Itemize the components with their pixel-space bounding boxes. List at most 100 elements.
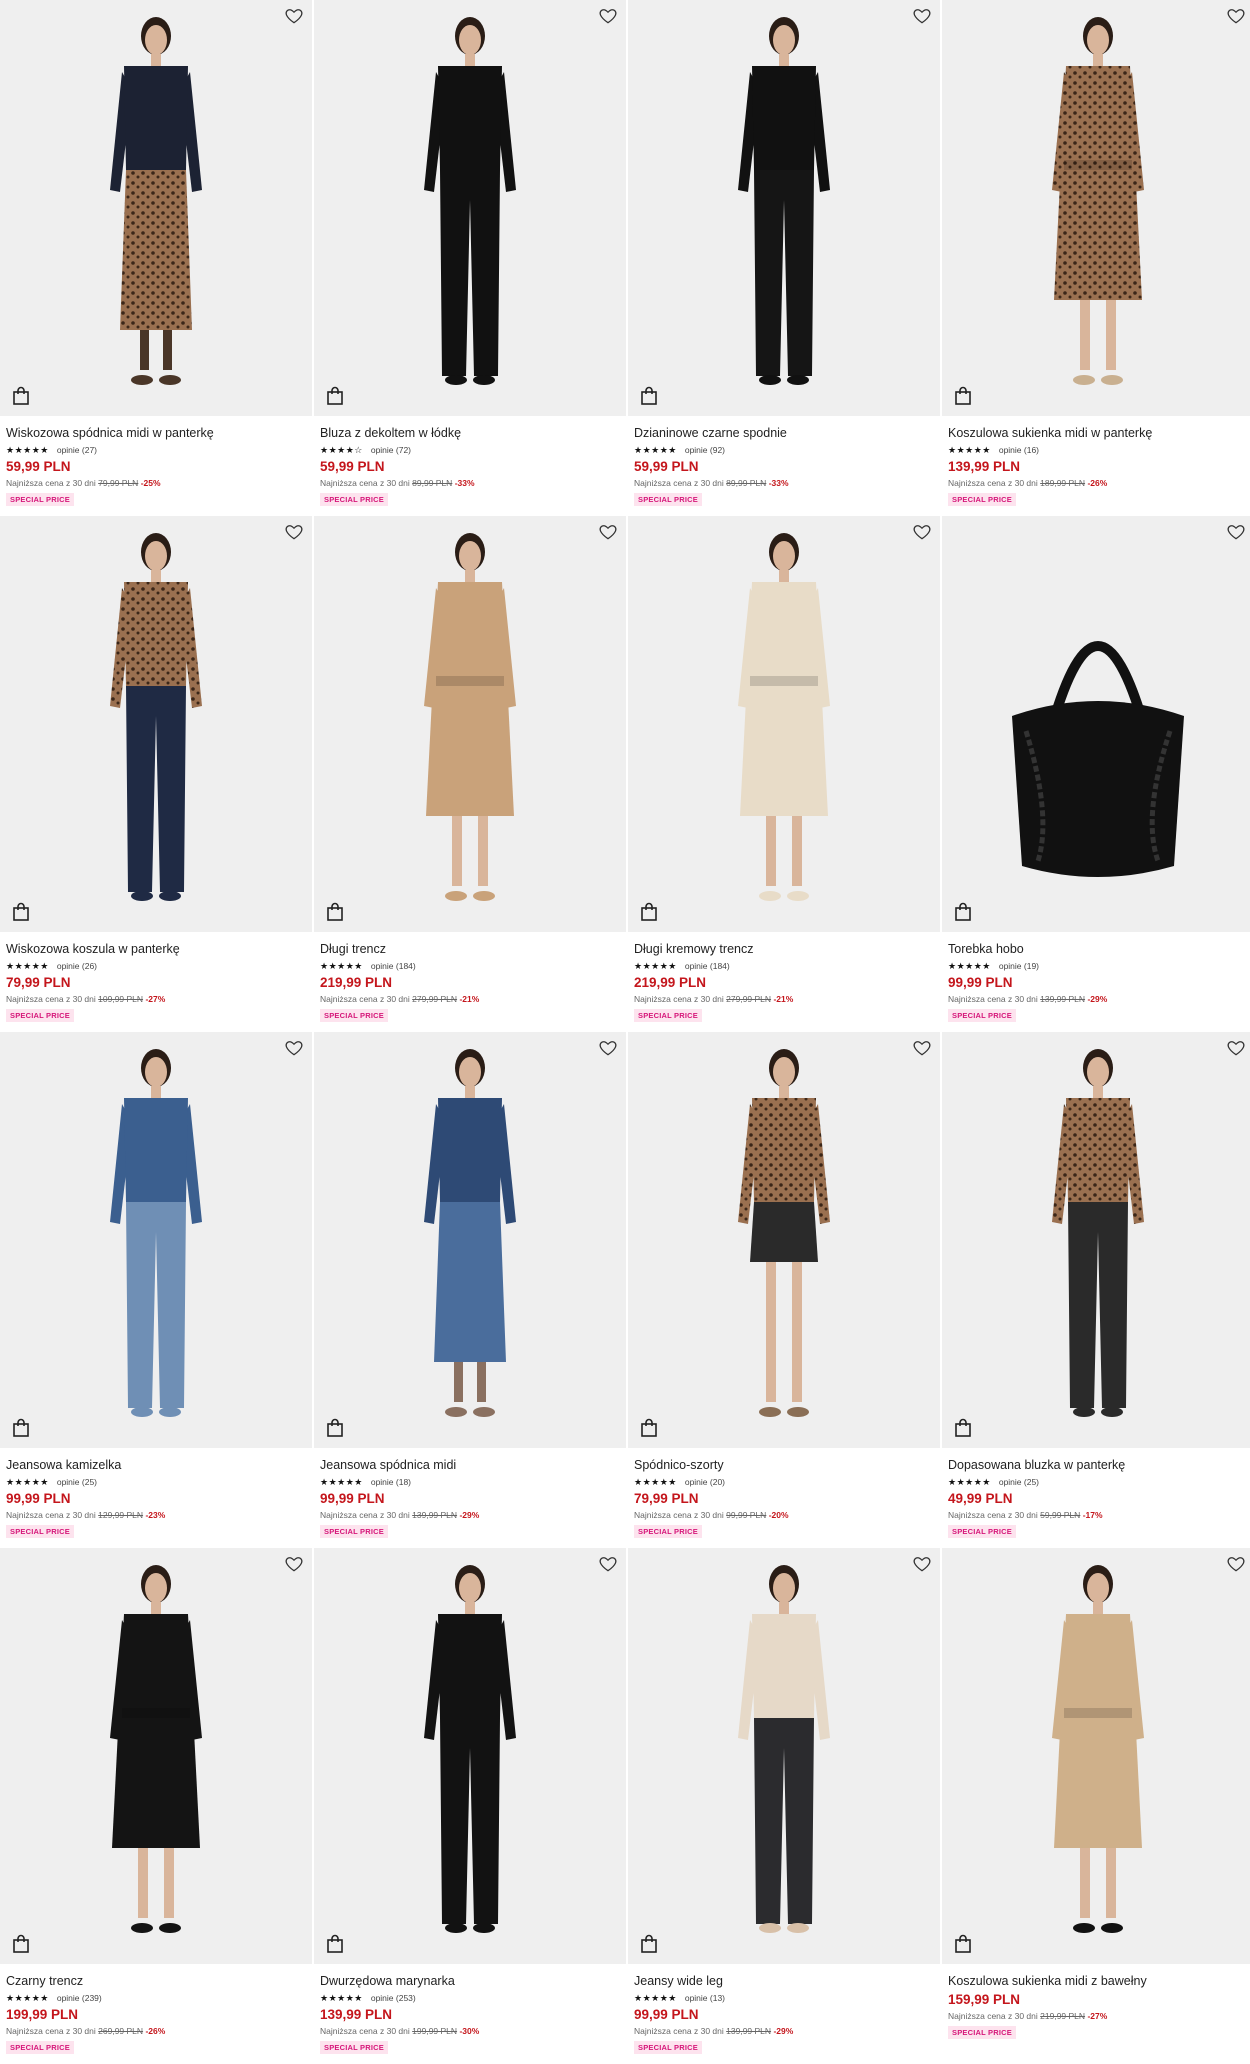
heart-icon[interactable] — [1226, 522, 1246, 542]
review-count[interactable]: opinie (72) — [371, 445, 411, 455]
product-card[interactable]: Wiskozowa koszula w panterkę ★★★★★ opinie … — [0, 516, 312, 1032]
product-photo[interactable] — [628, 0, 940, 416]
product-photo[interactable] — [0, 516, 312, 932]
product-name[interactable]: Jeansowa kamizelka — [6, 1458, 306, 1473]
product-card[interactable]: Dopasowana bluzka w panterkę ★★★★★ opinie … — [942, 1032, 1250, 1548]
heart-icon[interactable] — [912, 6, 932, 26]
shopping-bag-icon[interactable] — [640, 902, 658, 922]
review-count[interactable]: opinie (26) — [57, 961, 97, 971]
product-photo[interactable] — [942, 1032, 1250, 1448]
product-card[interactable]: Jeansy wide leg ★★★★★ opinie (13) 99,99 PLN… — [628, 1548, 940, 2064]
shopping-bag-icon[interactable] — [12, 1934, 30, 1954]
shopping-bag-icon[interactable] — [326, 902, 344, 922]
product-card[interactable]: Jeansowa spódnica midi ★★★★★ opinie (18) 99… — [314, 1032, 626, 1548]
product-name[interactable]: Wiskozowa koszula w panterkę — [6, 942, 306, 957]
product-name[interactable]: Koszulowa sukienka midi w panterkę — [948, 426, 1248, 441]
product-name[interactable]: Jeansowa spódnica midi — [320, 1458, 620, 1473]
product-name[interactable]: Koszulowa sukienka midi z bawełny — [948, 1974, 1248, 1989]
old-price: 219,99 PLN — [1040, 2011, 1086, 2021]
review-count[interactable]: opinie (253) — [371, 1993, 416, 2003]
heart-icon[interactable] — [284, 1038, 304, 1058]
review-count[interactable]: opinie (184) — [685, 961, 730, 971]
product-photo[interactable] — [314, 0, 626, 416]
product-card[interactable]: Bluza z dekoltem w łódkę ★★★★☆ opinie (72)… — [314, 0, 626, 516]
product-name[interactable]: Wiskozowa spódnica midi w panterkę — [6, 426, 306, 441]
heart-icon[interactable] — [598, 1038, 618, 1058]
heart-icon[interactable] — [284, 6, 304, 26]
product-name[interactable]: Długi trencz — [320, 942, 620, 957]
product-name[interactable]: Jeansy wide leg — [634, 1974, 934, 1989]
product-photo[interactable] — [314, 1548, 626, 1964]
product-photo[interactable] — [628, 1032, 940, 1448]
shopping-bag-icon[interactable] — [640, 1418, 658, 1438]
product-card[interactable]: Długi kremowy trencz ★★★★★ opinie (184) 219… — [628, 516, 940, 1032]
product-name[interactable]: Bluza z dekoltem w łódkę — [320, 426, 620, 441]
product-name[interactable]: Dopasowana bluzka w panterkę — [948, 1458, 1248, 1473]
product-photo[interactable] — [942, 1548, 1250, 1964]
product-photo[interactable] — [0, 1548, 312, 1964]
review-count[interactable]: opinie (27) — [57, 445, 97, 455]
product-name[interactable]: Długi kremowy trencz — [634, 942, 934, 957]
product-photo[interactable] — [314, 1032, 626, 1448]
review-count[interactable]: opinie (25) — [57, 1477, 97, 1487]
review-count[interactable]: opinie (16) — [999, 445, 1039, 455]
heart-icon[interactable] — [284, 1554, 304, 1574]
old-price: 139,99 PLN — [412, 1510, 458, 1520]
heart-icon[interactable] — [912, 1554, 932, 1574]
heart-icon[interactable] — [1226, 6, 1246, 26]
product-price: 99,99 PLN — [948, 975, 1013, 990]
heart-icon[interactable] — [598, 1554, 618, 1574]
heart-icon[interactable] — [284, 522, 304, 542]
product-card[interactable]: Koszulowa sukienka midi w panterkę ★★★★★ o… — [942, 0, 1250, 516]
product-name[interactable]: Spódnico-szorty — [634, 1458, 934, 1473]
product-photo[interactable] — [628, 516, 940, 932]
heart-icon[interactable] — [1226, 1554, 1246, 1574]
product-photo[interactable] — [314, 516, 626, 932]
shopping-bag-icon[interactable] — [12, 1418, 30, 1438]
shopping-bag-icon[interactable] — [954, 386, 972, 406]
shopping-bag-icon[interactable] — [954, 1934, 972, 1954]
product-card[interactable]: Koszulowa sukienka midi z bawełny 159,99 … — [942, 1548, 1250, 2064]
shopping-bag-icon[interactable] — [640, 386, 658, 406]
rating-stars: ★★★★★ — [634, 1993, 677, 2003]
shopping-bag-icon[interactable] — [12, 902, 30, 922]
product-card[interactable]: Dwurzędowa marynarka ★★★★★ opinie (253) 139… — [314, 1548, 626, 2064]
shopping-bag-icon[interactable] — [12, 386, 30, 406]
product-name[interactable]: Dwurzędowa marynarka — [320, 1974, 620, 1989]
product-card[interactable]: Jeansowa kamizelka ★★★★★ opinie (25) 99,99 … — [0, 1032, 312, 1548]
review-count[interactable]: opinie (13) — [685, 1993, 725, 2003]
product-name[interactable]: Torebka hobo — [948, 942, 1248, 957]
shopping-bag-icon[interactable] — [326, 386, 344, 406]
review-count[interactable]: opinie (25) — [999, 1477, 1039, 1487]
product-card[interactable]: Torebka hobo ★★★★★ opinie (19) 99,99 PLN Naj… — [942, 516, 1250, 1032]
review-count[interactable]: opinie (239) — [57, 1993, 102, 2003]
product-card[interactable]: Czarny trencz ★★★★★ opinie (239) 199,99 PLN… — [0, 1548, 312, 2064]
heart-icon[interactable] — [598, 6, 618, 26]
product-photo[interactable] — [942, 0, 1250, 416]
product-info: Jeansy wide leg ★★★★★ opinie (13) 99,99 PLN… — [628, 1964, 940, 2064]
product-name[interactable]: Dzianinowe czarne spodnie — [634, 426, 934, 441]
product-photo[interactable] — [0, 0, 312, 416]
heart-icon[interactable] — [912, 1038, 932, 1058]
product-photo[interactable] — [0, 1032, 312, 1448]
product-photo[interactable] — [628, 1548, 940, 1964]
review-count[interactable]: opinie (92) — [685, 445, 725, 455]
heart-icon[interactable] — [598, 522, 618, 542]
product-card[interactable]: Długi trencz ★★★★★ opinie (184) 219,99 PLN N… — [314, 516, 626, 1032]
heart-icon[interactable] — [1226, 1038, 1246, 1058]
product-name[interactable]: Czarny trencz — [6, 1974, 306, 1989]
shopping-bag-icon[interactable] — [954, 902, 972, 922]
product-card[interactable]: Spódnico-szorty ★★★★★ opinie (20) 79,99 PLN… — [628, 1032, 940, 1548]
review-count[interactable]: opinie (20) — [685, 1477, 725, 1487]
heart-icon[interactable] — [912, 522, 932, 542]
product-photo[interactable] — [942, 516, 1250, 932]
shopping-bag-icon[interactable] — [954, 1418, 972, 1438]
shopping-bag-icon[interactable] — [326, 1934, 344, 1954]
review-count[interactable]: opinie (19) — [999, 961, 1039, 971]
review-count[interactable]: opinie (184) — [371, 961, 416, 971]
shopping-bag-icon[interactable] — [326, 1418, 344, 1438]
product-card[interactable]: Dzianinowe czarne spodnie ★★★★★ opinie (92… — [628, 0, 940, 516]
product-card[interactable]: Wiskozowa spódnica midi w panterkę ★★★★★ o… — [0, 0, 312, 516]
shopping-bag-icon[interactable] — [640, 1934, 658, 1954]
review-count[interactable]: opinie (18) — [371, 1477, 411, 1487]
